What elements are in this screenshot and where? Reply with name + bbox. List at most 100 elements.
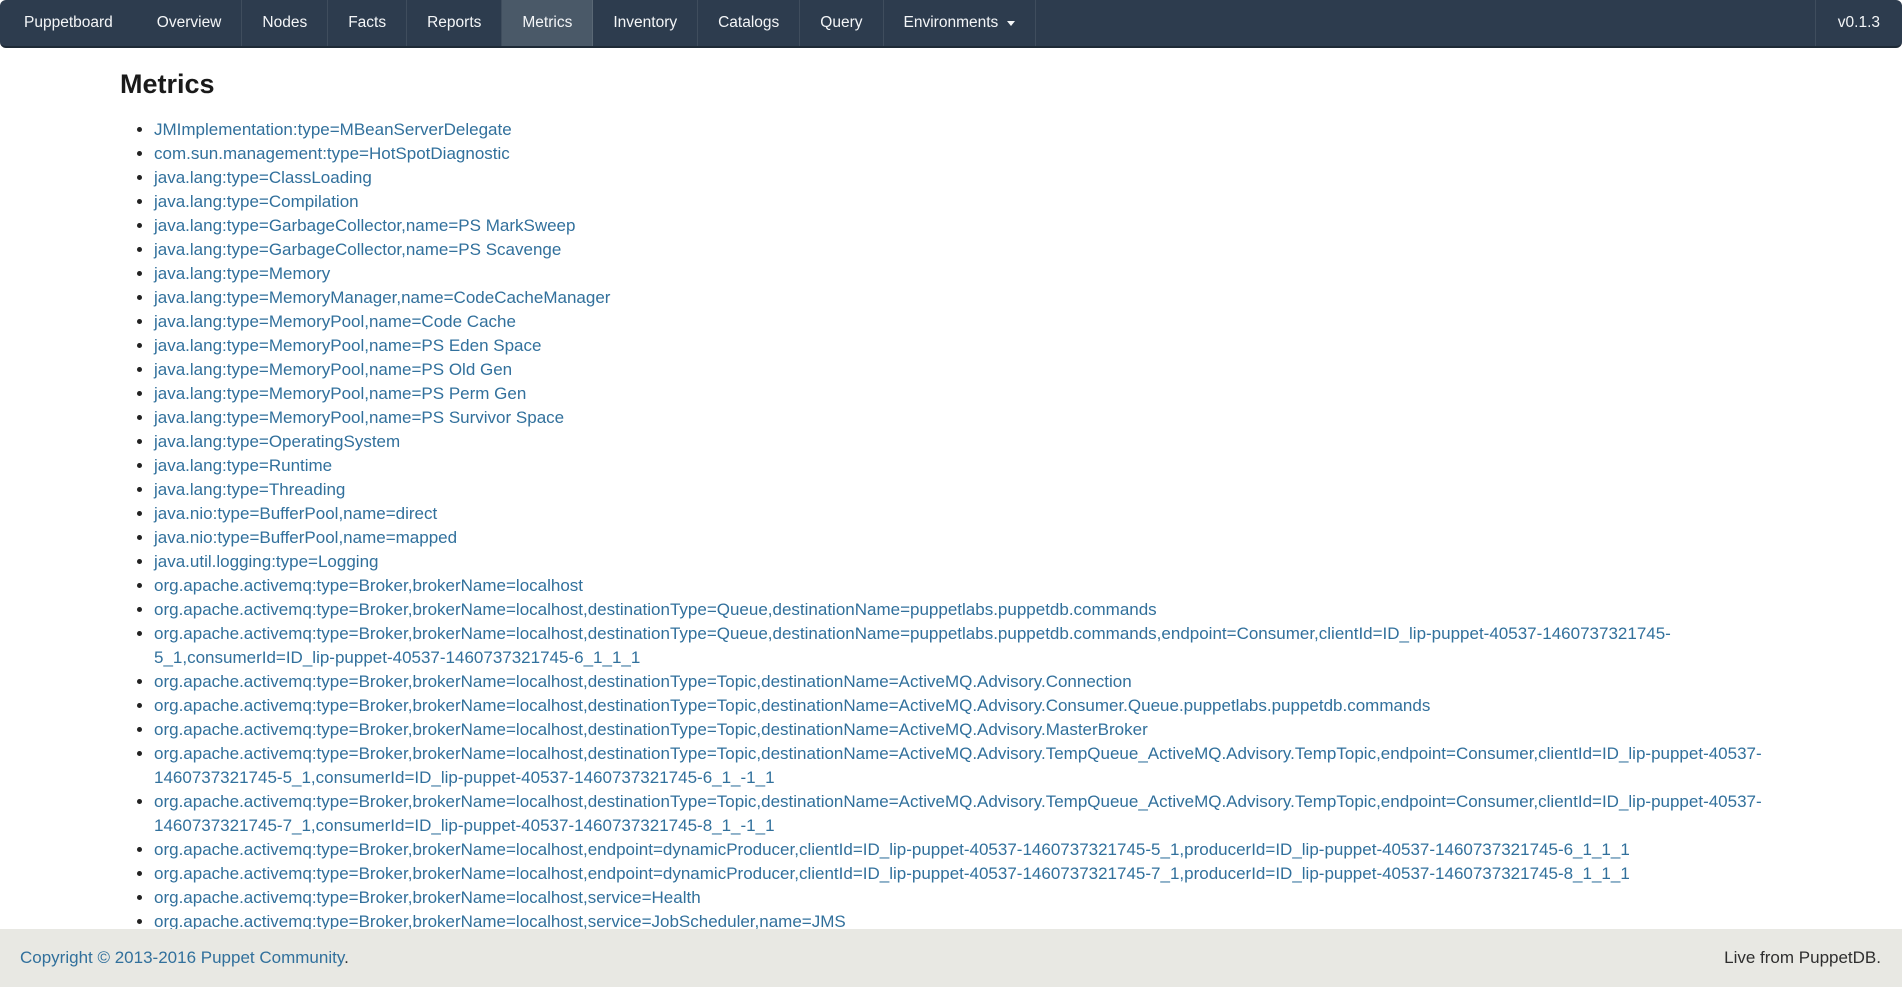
metric-link[interactable]: java.lang:type=GarbageCollector,name=PS … — [154, 216, 575, 235]
list-item: org.apache.activemq:type=Broker,brokerNa… — [154, 622, 1782, 670]
metric-link[interactable]: java.lang:type=GarbageCollector,name=PS … — [154, 240, 561, 259]
list-item: org.apache.activemq:type=Broker,brokerNa… — [154, 598, 1782, 622]
version-label: v0.1.3 — [1815, 0, 1902, 46]
list-item: java.lang:type=OperatingSystem — [154, 430, 1782, 454]
metric-link[interactable]: java.lang:type=Runtime — [154, 456, 332, 475]
nav-item-query: Query — [800, 0, 883, 46]
metric-link[interactable]: org.apache.activemq:type=Broker,brokerNa… — [154, 744, 1762, 787]
metric-link[interactable]: java.lang:type=Threading — [154, 480, 345, 499]
list-item: org.apache.activemq:type=Broker,brokerNa… — [154, 694, 1782, 718]
list-item: java.lang:type=MemoryPool,name=Code Cach… — [154, 310, 1782, 334]
nav-item-inventory: Inventory — [593, 0, 698, 46]
list-item: org.apache.activemq:type=Broker,brokerNa… — [154, 574, 1782, 598]
footer-copyright: Copyright © 2013-2016 Puppet Community. — [20, 948, 349, 968]
list-item: java.lang:type=Threading — [154, 478, 1782, 502]
nav-link-inventory[interactable]: Inventory — [593, 0, 697, 46]
metric-link[interactable]: org.apache.activemq:type=Broker,brokerNa… — [154, 888, 701, 907]
list-item: java.lang:type=Runtime — [154, 454, 1782, 478]
list-item: java.nio:type=BufferPool,name=mapped — [154, 526, 1782, 550]
nav-item-label: Overview — [157, 14, 222, 32]
list-item: org.apache.activemq:type=Broker,brokerNa… — [154, 886, 1782, 910]
list-item: org.apache.activemq:type=Broker,brokerNa… — [154, 838, 1782, 862]
nav-link-reports[interactable]: Reports — [407, 0, 501, 46]
nav-item-reports: Reports — [407, 0, 502, 46]
list-item: org.apache.activemq:type=Broker,brokerNa… — [154, 862, 1782, 886]
metrics-list: JMImplementation:type=MBeanServerDelegat… — [120, 118, 1782, 934]
list-item: com.sun.management:type=HotSpotDiagnosti… — [154, 142, 1782, 166]
list-item: JMImplementation:type=MBeanServerDelegat… — [154, 118, 1782, 142]
metric-link[interactable]: java.lang:type=Compilation — [154, 192, 359, 211]
list-item: java.lang:type=GarbageCollector,name=PS … — [154, 214, 1782, 238]
nav-items: Overview Nodes Facts Reports Metrics Inventor… — [137, 0, 1037, 46]
metric-link[interactable]: com.sun.management:type=HotSpotDiagnosti… — [154, 144, 510, 163]
metric-link[interactable]: org.apache.activemq:type=Broker,brokerNa… — [154, 864, 1630, 883]
metric-link[interactable]: java.lang:type=OperatingSystem — [154, 432, 400, 451]
metric-link[interactable]: java.lang:type=MemoryPool,name=Code Cach… — [154, 312, 516, 331]
metric-link[interactable]: org.apache.activemq:type=Broker,brokerNa… — [154, 624, 1671, 667]
nav-item-environments: Environments — [884, 0, 1037, 46]
metric-link[interactable]: java.lang:type=MemoryPool,name=PS Perm G… — [154, 384, 526, 403]
list-item: org.apache.activemq:type=Broker,brokerNa… — [154, 790, 1782, 838]
nav-link-catalogs[interactable]: Catalogs — [698, 0, 799, 46]
main-content: Metrics JMImplementation:type=MBeanServe… — [120, 48, 1782, 934]
list-item: org.apache.activemq:type=Broker,brokerNa… — [154, 670, 1782, 694]
metric-link[interactable]: java.nio:type=BufferPool,name=mapped — [154, 528, 457, 547]
metric-link[interactable]: java.lang:type=Memory — [154, 264, 330, 283]
top-navbar: Puppetboard Overview Nodes Facts Reports Met… — [0, 0, 1902, 48]
nav-link-environments[interactable]: Environments — [884, 0, 1036, 46]
list-item: org.apache.activemq:type=Broker,brokerNa… — [154, 742, 1782, 790]
footer: Copyright © 2013-2016 Puppet Community. … — [0, 929, 1902, 987]
metric-link[interactable]: java.lang:type=MemoryPool,name=PS Surviv… — [154, 408, 564, 427]
nav-link-query[interactable]: Query — [800, 0, 882, 46]
metric-link[interactable]: org.apache.activemq:type=Broker,brokerNa… — [154, 672, 1132, 691]
copyright-period: . — [344, 948, 349, 967]
chevron-down-icon — [1007, 21, 1015, 26]
nav-item-overview: Overview — [137, 0, 243, 46]
metric-link[interactable]: org.apache.activemq:type=Broker,brokerNa… — [154, 792, 1762, 835]
nav-item-label: Metrics — [522, 14, 572, 32]
copyright-link[interactable]: Copyright © 2013-2016 Puppet Community — [20, 948, 344, 967]
list-item: java.util.logging:type=Logging — [154, 550, 1782, 574]
nav-item-nodes: Nodes — [242, 0, 328, 46]
nav-item-metrics: Metrics — [502, 0, 593, 46]
nav-item-label: Reports — [427, 14, 481, 32]
nav-item-label: Environments — [904, 14, 999, 32]
metric-link[interactable]: org.apache.activemq:type=Broker,brokerNa… — [154, 696, 1430, 715]
list-item: java.lang:type=MemoryPool,name=PS Eden S… — [154, 334, 1782, 358]
nav-item-label: Nodes — [262, 14, 307, 32]
metric-link[interactable]: java.lang:type=MemoryManager,name=CodeCa… — [154, 288, 610, 307]
nav-item-label: Catalogs — [718, 14, 779, 32]
live-from-text: Live from PuppetDB. — [1724, 948, 1881, 968]
nav-item-label: Facts — [348, 14, 386, 32]
nav-link-nodes[interactable]: Nodes — [242, 0, 327, 46]
nav-link-overview[interactable]: Overview — [137, 0, 242, 46]
nav-item-label: Query — [820, 14, 862, 32]
list-item: java.lang:type=MemoryManager,name=CodeCa… — [154, 286, 1782, 310]
list-item: java.lang:type=GarbageCollector,name=PS … — [154, 238, 1782, 262]
page-title: Metrics — [120, 68, 1782, 100]
metric-link[interactable]: JMImplementation:type=MBeanServerDelegat… — [154, 120, 512, 139]
metric-link[interactable]: java.lang:type=MemoryPool,name=PS Old Ge… — [154, 360, 512, 379]
nav-item-label: Inventory — [613, 14, 677, 32]
list-item: java.lang:type=MemoryPool,name=PS Old Ge… — [154, 358, 1782, 382]
list-item: java.lang:type=MemoryPool,name=PS Perm G… — [154, 382, 1782, 406]
nav-link-metrics[interactable]: Metrics — [502, 0, 592, 46]
metric-link[interactable]: org.apache.activemq:type=Broker,brokerNa… — [154, 840, 1630, 859]
list-item: java.lang:type=Memory — [154, 262, 1782, 286]
metric-link[interactable]: java.lang:type=MemoryPool,name=PS Eden S… — [154, 336, 541, 355]
metric-link[interactable]: org.apache.activemq:type=Broker,brokerNa… — [154, 720, 1148, 739]
metric-link[interactable]: org.apache.activemq:type=Broker,brokerNa… — [154, 600, 1157, 619]
metric-link[interactable]: org.apache.activemq:type=Broker,brokerNa… — [154, 576, 583, 595]
nav-link-facts[interactable]: Facts — [328, 0, 406, 46]
list-item: java.lang:type=ClassLoading — [154, 166, 1782, 190]
list-item: java.lang:type=MemoryPool,name=PS Surviv… — [154, 406, 1782, 430]
metric-link[interactable]: java.lang:type=ClassLoading — [154, 168, 372, 187]
list-item: java.lang:type=Compilation — [154, 190, 1782, 214]
list-item: java.nio:type=BufferPool,name=direct — [154, 502, 1782, 526]
nav-item-catalogs: Catalogs — [698, 0, 800, 46]
metric-link[interactable]: java.nio:type=BufferPool,name=direct — [154, 504, 437, 523]
nav-item-facts: Facts — [328, 0, 407, 46]
brand-puppetboard[interactable]: Puppetboard — [0, 0, 137, 46]
list-item: org.apache.activemq:type=Broker,brokerNa… — [154, 718, 1782, 742]
metric-link[interactable]: java.util.logging:type=Logging — [154, 552, 378, 571]
